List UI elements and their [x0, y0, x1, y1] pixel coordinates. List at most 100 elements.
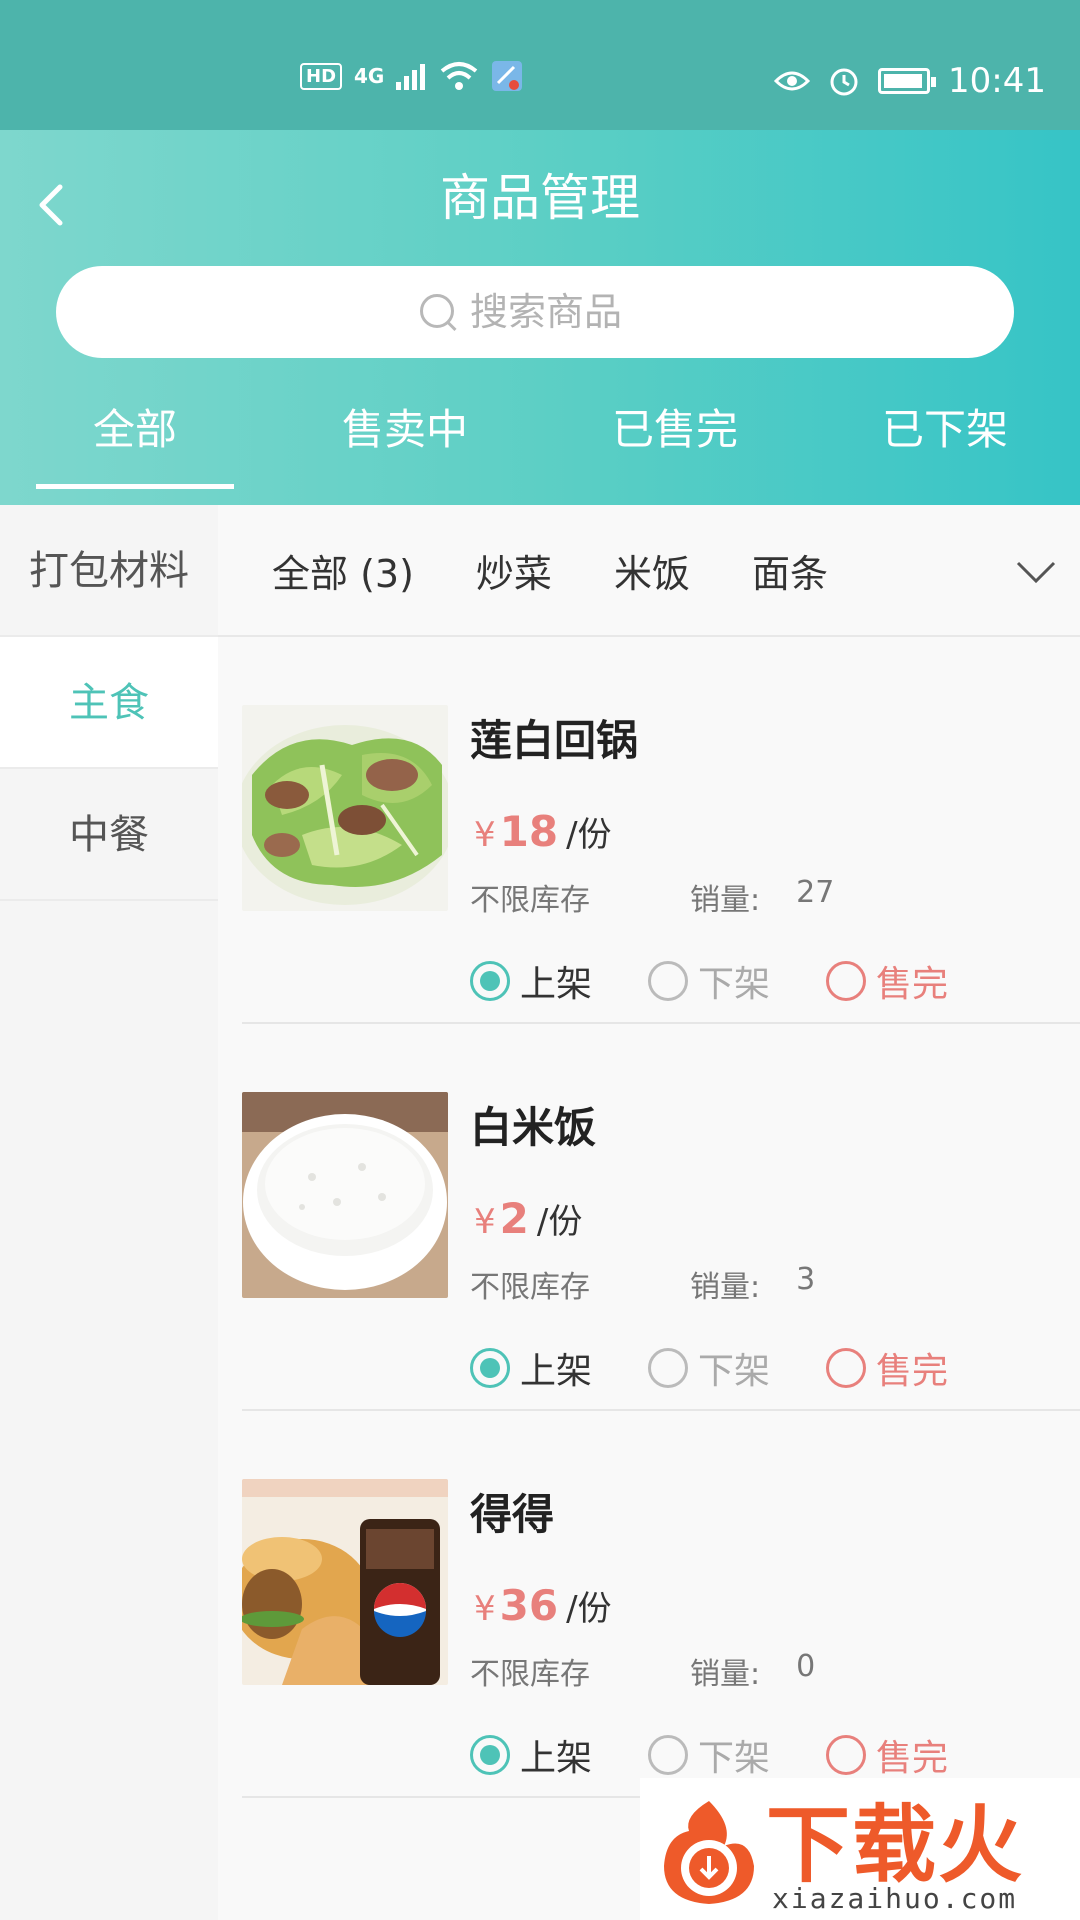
- shelf-status-radio-group: 上架 下架 售完: [470, 955, 1004, 1007]
- product-name: 莲白回锅: [470, 716, 639, 765]
- sales-value: 0: [796, 1649, 816, 1684]
- radio-checked-icon: [470, 1735, 510, 1775]
- chevron-down-icon[interactable]: [1016, 551, 1056, 591]
- product-name: 白米饭: [470, 1103, 597, 1152]
- stock-label: 不限库存: [470, 1657, 590, 1692]
- radio-sold-out[interactable]: 售完: [826, 955, 948, 1007]
- price-unit: /份: [566, 1589, 612, 1629]
- network-label: 4G: [354, 64, 385, 88]
- product-card[interactable]: 得得 ¥ 36 /份 不限库存 销量: 0 上架 下架 售完: [242, 1411, 1080, 1798]
- stock-row: 不限库存 销量: 27: [470, 875, 834, 919]
- status-bar: HD 4G 10:41: [0, 0, 1080, 130]
- watermark-domain: xiazaihuo.com: [772, 1882, 1018, 1915]
- price-value: 18: [499, 807, 559, 856]
- category-stir-fry[interactable]: 炒菜: [476, 543, 552, 598]
- radio-unchecked-icon: [826, 961, 867, 1001]
- tab-selling[interactable]: 售卖中: [270, 380, 540, 505]
- category-rice[interactable]: 米饭: [614, 543, 690, 598]
- clock: 10:41: [948, 61, 1046, 101]
- search-icon: [420, 294, 456, 330]
- radio-unchecked-icon: [648, 1735, 689, 1775]
- radio-sold-out[interactable]: 售完: [826, 1342, 948, 1394]
- radio-unchecked-icon: [648, 961, 689, 1001]
- battery-icon: [878, 68, 937, 94]
- stock-row: 不限库存 销量: 3: [470, 1262, 815, 1306]
- radio-label: 上架: [520, 1738, 593, 1779]
- price-value: 2: [499, 1194, 529, 1243]
- price: ¥ 2 /份: [474, 1194, 582, 1243]
- shelf-status-radio-group: 上架 下架 售完: [470, 1729, 1004, 1781]
- page-title: 商品管理: [440, 169, 640, 227]
- radio-unchecked-icon: [826, 1735, 867, 1775]
- sales-value: 3: [796, 1262, 816, 1297]
- radio-checked-icon: [470, 1348, 510, 1388]
- currency-symbol: ¥: [474, 815, 496, 855]
- radio-on-shelf[interactable]: 上架: [470, 955, 592, 1007]
- sidebar-item-staple[interactable]: 主食: [0, 637, 218, 769]
- stock-label: 不限库存: [470, 1270, 590, 1305]
- app-notification-icon: [492, 61, 523, 91]
- radio-unchecked-icon: [648, 1348, 689, 1388]
- search-input[interactable]: [470, 290, 650, 334]
- wifi-icon: [441, 62, 478, 90]
- radio-off-shelf[interactable]: 下架: [648, 1729, 770, 1781]
- price-unit: /份: [566, 815, 612, 855]
- radio-off-shelf[interactable]: 下架: [648, 1342, 770, 1394]
- product-image: [242, 1092, 448, 1298]
- search-bar[interactable]: [56, 266, 1014, 358]
- radio-unchecked-icon: [826, 1348, 867, 1388]
- status-right: 10:41: [774, 56, 1046, 106]
- flame-logo-icon: [664, 1801, 754, 1904]
- sales-value: 27: [796, 875, 835, 910]
- sales-label: 销量:: [690, 1657, 761, 1692]
- header: 商品管理 全部 售卖中 已售完 已下架: [0, 130, 1080, 505]
- status-indicators: HD 4G: [300, 56, 524, 96]
- product-card[interactable]: 莲白回锅 ¥ 18 /份 不限库存 销量: 27 上架 下架 售完: [242, 637, 1080, 1024]
- product-image: [242, 1479, 448, 1685]
- tab-off-shelf[interactable]: 已下架: [810, 380, 1080, 505]
- category-bar: 全部 (3) 炒菜 米饭 面条: [218, 505, 1080, 637]
- sidebar: 打包材料 主食 中餐: [0, 505, 218, 1920]
- hd-badge: HD: [300, 62, 343, 90]
- shelf-status-radio-group: 上架 下架 售完: [470, 1342, 1004, 1394]
- eye-icon: [774, 71, 811, 91]
- status-tabs: 全部 售卖中 已售完 已下架: [0, 380, 1080, 505]
- tab-all[interactable]: 全部: [0, 380, 270, 505]
- alarm-icon: [830, 68, 858, 96]
- radio-label: 下架: [698, 964, 771, 1005]
- watermark: 下载火 xiazaihuo.com: [640, 1778, 1080, 1920]
- price: ¥ 18 /份: [474, 807, 612, 856]
- product-image: [242, 705, 448, 911]
- sidebar-item-packaging[interactable]: 打包材料: [0, 505, 218, 637]
- radio-label: 售完: [876, 1351, 949, 1392]
- category-noodles[interactable]: 面条: [752, 543, 828, 598]
- currency-symbol: ¥: [474, 1589, 496, 1629]
- radio-off-shelf[interactable]: 下架: [648, 955, 770, 1007]
- signal-icon: [396, 64, 426, 90]
- radio-label: 上架: [520, 1351, 593, 1392]
- watermark-brand: 下载火: [766, 1796, 1025, 1894]
- sales-label: 销量:: [690, 1270, 761, 1305]
- product-card[interactable]: 白米饭 ¥ 2 /份 不限库存 销量: 3 上架 下架 售完: [242, 1024, 1080, 1411]
- currency-symbol: ¥: [474, 1202, 496, 1242]
- category-all[interactable]: 全部 (3): [272, 543, 414, 598]
- tab-sold-out[interactable]: 已售完: [540, 380, 810, 505]
- product-list: 莲白回锅 ¥ 18 /份 不限库存 销量: 27 上架 下架 售完 白米饭 ¥ …: [218, 637, 1080, 1920]
- chevron-left-icon: [39, 184, 63, 226]
- radio-label: 售完: [876, 1738, 949, 1779]
- radio-sold-out[interactable]: 售完: [826, 1729, 948, 1781]
- price-unit: /份: [536, 1202, 583, 1242]
- radio-checked-icon: [470, 961, 510, 1001]
- sidebar-item-chinese-meal[interactable]: 中餐: [0, 769, 218, 901]
- price: ¥ 36 /份: [474, 1581, 612, 1630]
- radio-on-shelf[interactable]: 上架: [470, 1342, 592, 1394]
- radio-label: 下架: [698, 1738, 771, 1779]
- back-button[interactable]: [36, 175, 86, 235]
- price-value: 36: [499, 1581, 559, 1630]
- stock-row: 不限库存 销量: 0: [470, 1649, 815, 1693]
- radio-label: 上架: [520, 964, 593, 1005]
- radio-on-shelf[interactable]: 上架: [470, 1729, 592, 1781]
- product-name: 得得: [470, 1490, 555, 1539]
- radio-label: 下架: [698, 1351, 771, 1392]
- radio-label: 售完: [876, 964, 949, 1005]
